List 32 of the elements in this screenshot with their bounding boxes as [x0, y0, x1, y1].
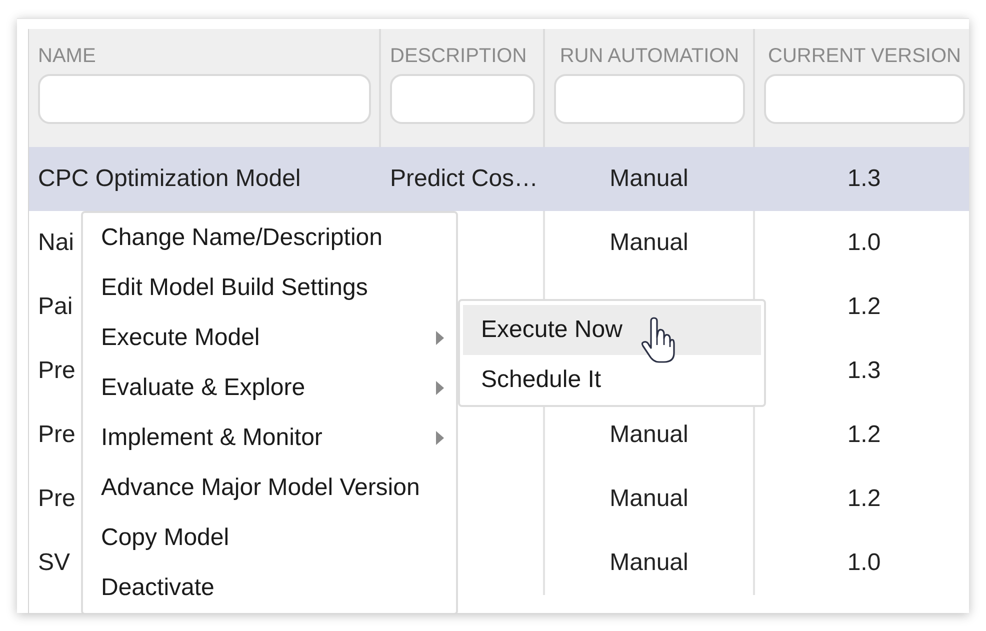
selected-row[interactable]: CPC Optimization Model Predict Cos… Manual 1.3: [29, 147, 969, 211]
table-cell: Manual: [610, 485, 688, 513]
table-cell: 1.2: [847, 293, 881, 321]
menu-item-label: Implement & Monitor: [101, 424, 322, 452]
menu-item-label: Advance Major Model Version: [101, 474, 420, 502]
menu-item[interactable]: Change Name/Description: [83, 213, 456, 263]
menu-item[interactable]: Implement & Monitor: [83, 413, 456, 463]
table-cell: Pre: [38, 357, 76, 385]
table-cell: Pre: [38, 421, 76, 449]
menu-item-label: Change Name/Description: [101, 224, 382, 252]
table-cell: 1.2: [847, 485, 881, 513]
table-cell: Pai: [38, 293, 73, 321]
menu-item-label: Execute Model: [101, 324, 260, 352]
menu-item[interactable]: Execute Model: [83, 313, 456, 363]
table-cell: Pre: [38, 485, 76, 513]
table-cell: Manual: [610, 549, 688, 577]
table-cell: SV: [38, 549, 70, 577]
table-cell: Nai: [38, 229, 74, 257]
menu-item[interactable]: Schedule It: [463, 355, 761, 405]
menu-item-label: Edit Model Build Settings: [101, 274, 368, 302]
menu-item-label: Evaluate & Explore: [101, 374, 306, 402]
table-cell: Manual: [610, 229, 688, 257]
table-cell: CPC Optimization Model: [38, 165, 301, 193]
table-cell: Predict Cos…: [390, 165, 538, 193]
table-cell: 1.2: [847, 421, 881, 449]
table-cell: 1.3: [847, 165, 881, 193]
table-cell: 1.0: [847, 229, 881, 257]
table-cell: 1.3: [847, 357, 881, 385]
table-cell: Manual: [610, 421, 688, 449]
table-cell: Manual: [610, 165, 688, 193]
menu-item[interactable]: Execute Now: [463, 305, 761, 355]
table-cell: 1.0: [847, 549, 881, 577]
